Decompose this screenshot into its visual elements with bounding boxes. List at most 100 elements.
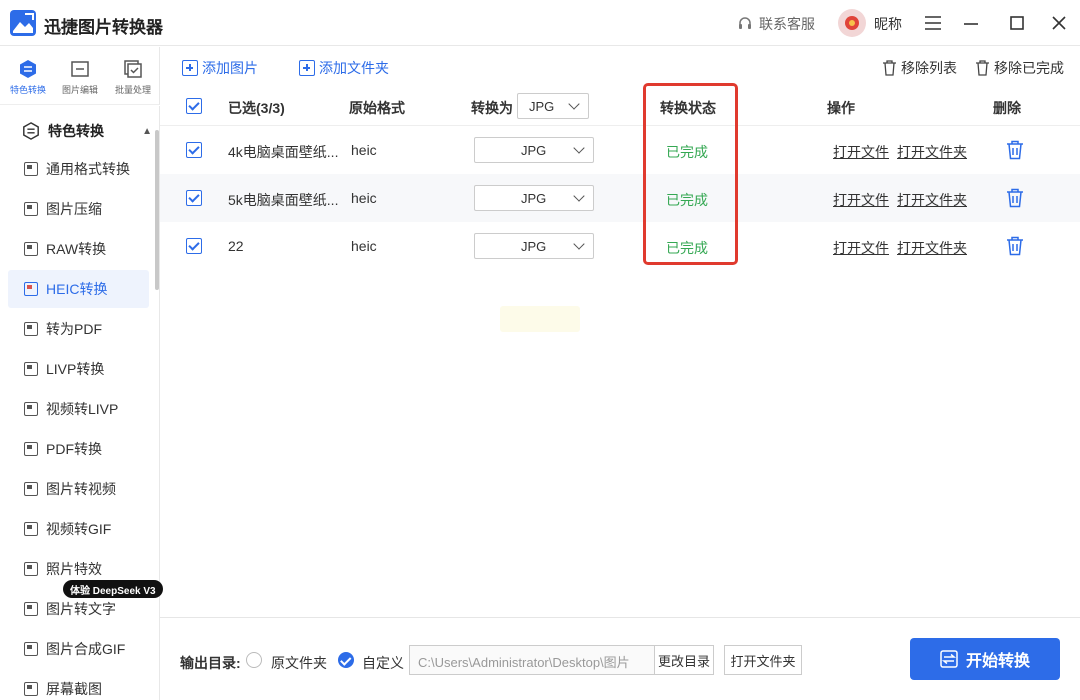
select-all-checkbox[interactable]: [186, 98, 202, 114]
sidebar-section-header[interactable]: 特色转换 ▲: [22, 120, 152, 142]
video-icon: [24, 402, 38, 416]
sidebar-item-screenshot[interactable]: 屏幕截图: [8, 670, 149, 700]
mode-special[interactable]: 特色转换: [3, 59, 53, 96]
sidebar-item-image-video[interactable]: 图片转视频: [8, 470, 149, 508]
remove-done-button[interactable]: 移除已完成: [975, 58, 1064, 78]
target-format-select[interactable]: JPG: [474, 233, 594, 259]
header-convert-to: 转换为: [471, 100, 513, 116]
avatar[interactable]: [838, 9, 866, 37]
select-value: JPG: [529, 99, 555, 114]
sidebar-scrollbar[interactable]: [155, 130, 159, 290]
header-orig-format: 原始格式: [349, 100, 405, 116]
delete-icon[interactable]: [1006, 236, 1024, 256]
add-folder-button[interactable]: 添加文件夹: [299, 58, 389, 78]
image-video-icon: [24, 482, 38, 496]
pdf-icon: [24, 322, 38, 336]
sidebar-item-label: 图片转文字: [46, 601, 116, 617]
sidebar-section-label: 特色转换: [48, 123, 104, 139]
nickname[interactable]: 昵称: [874, 14, 902, 34]
sidebar-item-label: 视频转GIF: [46, 521, 112, 537]
file-name: 4k电脑桌面壁纸...: [228, 144, 339, 160]
support-link[interactable]: 联系客服: [737, 14, 815, 34]
raw-icon: [24, 242, 38, 256]
special-convert-icon: [23, 122, 39, 140]
open-file-link[interactable]: 打开文件: [833, 142, 889, 162]
header-selected: 已选(3/3): [228, 100, 285, 116]
sidebar-item-general[interactable]: 通用格式转换: [8, 150, 149, 188]
row-checkbox[interactable]: [186, 190, 202, 206]
delete-icon[interactable]: [1006, 140, 1024, 160]
sidebar-item-label: 照片特效: [46, 561, 102, 577]
batch-icon: [124, 60, 142, 78]
sidebar-item-raw[interactable]: RAW转换: [8, 230, 149, 268]
remove-list-label: 移除列表: [901, 60, 957, 76]
sidebar-item-heic[interactable]: HEIC转换: [8, 270, 149, 308]
radio-original-folder[interactable]: [246, 652, 262, 668]
sidebar-item-label: LIVP转换: [46, 361, 105, 377]
output-path-field[interactable]: C:\Users\Administrator\Desktop\图片: [409, 645, 655, 675]
app-logo-icon: [10, 10, 36, 36]
sidebar-item-video-gif[interactable]: 视频转GIF: [8, 510, 149, 548]
open-folder-button[interactable]: 打开文件夹: [724, 645, 802, 675]
maximize-button[interactable]: [1006, 12, 1028, 34]
sidebar-item-video-livp[interactable]: 视频转LIVP: [8, 390, 149, 428]
delete-icon[interactable]: [1006, 188, 1024, 208]
open-folder-link[interactable]: 打开文件夹: [897, 238, 967, 258]
sidebar-item-label: 图片压缩: [46, 201, 102, 217]
chevron-up-icon: ▲: [142, 125, 152, 137]
add-image-label: 添加图片: [202, 60, 258, 76]
sidebar-item-livp[interactable]: LIVP转换: [8, 350, 149, 388]
target-format-select[interactable]: JPG: [474, 137, 594, 163]
ocr-icon: [24, 602, 38, 616]
mode-special-label: 特色转换: [9, 85, 46, 95]
select-value: JPG: [521, 143, 547, 158]
start-convert-label: 开始转换: [965, 653, 1030, 670]
add-folder-icon: [299, 60, 315, 76]
trash-icon: [976, 60, 989, 76]
remove-done-label: 移除已完成: [994, 60, 1064, 76]
chevron-down-icon: [568, 98, 580, 110]
sidebar-item-label: RAW转换: [46, 241, 107, 257]
close-button[interactable]: [1048, 12, 1070, 34]
open-file-link[interactable]: 打开文件: [833, 190, 889, 210]
header-actions: 操作: [827, 100, 855, 116]
target-format-select[interactable]: JPG: [474, 185, 594, 211]
image-edit-icon: [71, 61, 89, 77]
open-folder-link[interactable]: 打开文件夹: [897, 190, 967, 210]
sidebar-item-label: HEIC转换: [46, 281, 108, 297]
sidebar-item-merge-gif[interactable]: 图片合成GIF: [8, 630, 149, 668]
start-convert-button[interactable]: 开始转换: [910, 638, 1060, 680]
header-delete: 删除: [993, 100, 1021, 116]
header-status: 转换状态: [660, 100, 716, 116]
flower-icon: [845, 16, 859, 30]
open-folder-link[interactable]: 打开文件夹: [897, 142, 967, 162]
row-checkbox[interactable]: [186, 238, 202, 254]
open-file-link[interactable]: 打开文件: [833, 238, 889, 258]
sidebar-item-compress[interactable]: 图片压缩: [8, 190, 149, 228]
deepseek-promo-badge[interactable]: 体验 DeepSeek V3: [63, 580, 163, 598]
remove-list-button[interactable]: 移除列表: [882, 58, 957, 78]
convert-all-select[interactable]: JPG: [517, 93, 589, 119]
output-label: 输出目录:: [180, 655, 241, 671]
compress-icon: [24, 202, 38, 216]
mode-edit-label: 图片编辑: [61, 85, 98, 95]
menu-button[interactable]: [922, 12, 944, 34]
table-header: 已选(3/3) 原始格式 转换为 JPG 转换状态 操作 删除: [160, 86, 1080, 126]
radio-custom[interactable]: [338, 652, 354, 668]
row-checkbox[interactable]: [186, 142, 202, 158]
livp-icon: [24, 362, 38, 376]
minimize-button[interactable]: [960, 12, 982, 34]
change-dir-button[interactable]: 更改目录: [654, 645, 714, 675]
mode-edit[interactable]: 图片编辑: [55, 59, 105, 96]
sidebar-item-pdf-convert[interactable]: PDF转换: [8, 430, 149, 468]
sidebar-item-label: 视频转LIVP: [46, 401, 119, 417]
add-image-button[interactable]: 添加图片: [182, 58, 258, 78]
trash-icon: [883, 60, 896, 76]
headset-icon: [739, 17, 751, 29]
original-folder-label[interactable]: 原文件夹: [271, 653, 327, 673]
mode-batch[interactable]: 批量处理: [108, 59, 158, 96]
sidebar-item-to-pdf[interactable]: 转为PDF: [8, 310, 149, 348]
menu-icon: [925, 16, 941, 30]
file-format: heic: [351, 142, 377, 158]
custom-label[interactable]: 自定义: [362, 653, 404, 673]
